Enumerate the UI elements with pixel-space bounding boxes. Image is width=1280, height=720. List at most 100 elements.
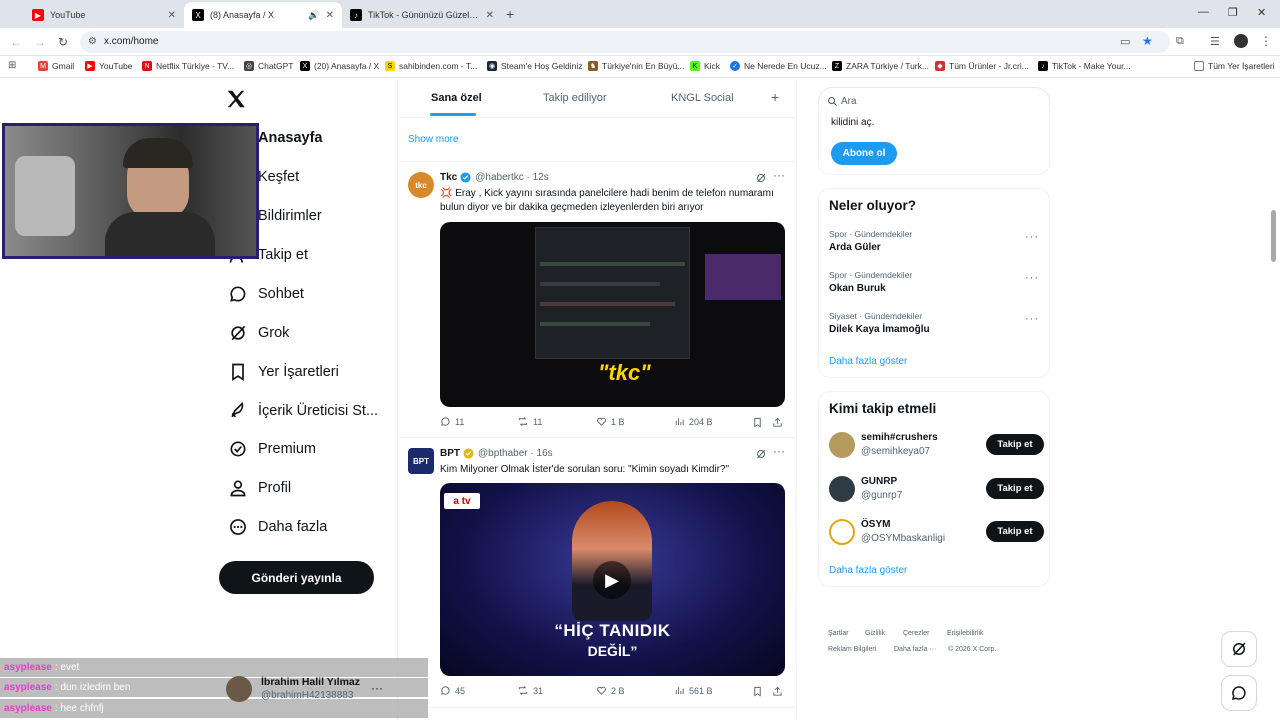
bookmark-icon[interactable] [752,417,763,428]
bookmark-item[interactable]: ▶ YouTube [85,61,132,71]
tab-for-you[interactable]: Sana özel [431,92,482,104]
profile-avatar[interactable] [1234,34,1248,48]
all-bookmarks[interactable]: Tüm Yer İşaretleri [1194,61,1275,71]
address-bar[interactable]: ⚙ x.com/home ▭ ★ [80,31,1170,53]
footer-link[interactable]: Çerezler [903,630,929,637]
menu-icon[interactable]: ⋮ [1260,34,1272,48]
back-icon[interactable]: ← [10,36,22,48]
avatar[interactable]: tkc [408,172,434,198]
share-icon[interactable] [772,417,783,428]
bookmark-item[interactable]: N Netflix Türkiye - TV... [142,61,234,71]
author-handle[interactable]: @habertkc · 12s [475,172,549,183]
like-button[interactable]: 1 B [596,416,625,427]
tweet-media[interactable]: "tkc" [440,222,785,407]
repost-button[interactable]: 31 [517,685,543,696]
more-options-icon[interactable]: ··· [773,168,785,182]
reply-button[interactable]: 11 [440,416,464,427]
browser-tab-x[interactable]: X (8) Anasayfa / X 🔊 ✕ [184,2,342,28]
close-window-button[interactable]: ✕ [1257,6,1266,19]
tweet[interactable]: BPT BPT @bpthaber · 16s ··· Kim Milyoner… [398,437,796,707]
author-name[interactable]: BPT [440,448,460,459]
nav-premium[interactable]: Premium [228,437,316,461]
share-icon[interactable] [772,686,783,697]
url-text[interactable]: x.com/home [104,36,158,47]
extensions-icon[interactable]: ⧉ [1176,35,1184,48]
follow-suggestion[interactable]: GUNRP @gunrp7 Takip et [829,474,1044,508]
account-avatar[interactable] [226,676,252,702]
cast-icon[interactable]: ▭ [1120,35,1130,48]
play-icon[interactable]: ▶ [593,561,631,599]
account-name[interactable]: İbrahim Halil Yılmaz [261,676,360,688]
author-handle[interactable]: @bpthaber · 16s [478,448,553,459]
trend-item[interactable]: Spor · Gündemdekiler Okan Buruk ··· [829,270,1039,294]
subscribe-button[interactable]: Abone ol [831,142,897,165]
grok-icon[interactable] [755,172,767,184]
close-icon[interactable]: ✕ [168,10,176,21]
bookmark-item[interactable]: Z ZARA Türkiye / Turk... [832,61,929,71]
grok-fab[interactable] [1221,631,1257,667]
add-tab-icon[interactable]: + [771,89,779,105]
bookmark-item[interactable]: ◉ Steam'e Hoş Geldiniz [487,61,582,71]
speaker-icon[interactable]: 🔊 [308,10,319,21]
post-button[interactable]: Gönderi yayınla [219,561,374,594]
follow-suggestion[interactable]: ÖSYM @OSYMbaskanligi Takip et [829,517,1044,551]
more-options-icon[interactable]: ··· [371,681,383,695]
footer-link[interactable]: Reklam Bilgileri [828,646,876,653]
more-options-icon[interactable]: ··· [1025,231,1039,243]
bookmark-item[interactable]: X (20) Anasayfa / X [300,61,379,71]
nav-chat[interactable]: Sohbet [228,282,304,306]
footer-link[interactable]: Şartlar [828,630,849,637]
tweet[interactable] [398,707,796,720]
bookmark-item[interactable]: ✓ Ne Nerede En Ucuz... [730,61,827,71]
bookmark-item[interactable]: ♞ Türkiye'nin En Büyü... [588,61,684,71]
tab-following[interactable]: Takip ediliyor [543,92,607,104]
site-info-icon[interactable]: ⚙ [88,36,97,47]
bookmark-icon[interactable] [752,686,763,697]
more-options-icon[interactable]: ··· [1025,272,1039,284]
tweet-video[interactable]: a tv ▶ “HİÇ TANIDIK DEĞİL” [440,483,785,676]
author-name[interactable]: Tkc [440,172,457,183]
trend-item[interactable]: Siyaset · Gündemdekiler Dilek Kaya İmamo… [829,311,1039,335]
grok-icon[interactable] [755,448,767,460]
follow-button[interactable]: Takip et [986,521,1044,542]
bookmark-star-icon[interactable]: ★ [1142,34,1153,48]
show-more-link[interactable]: Show more [408,134,459,145]
show-more-link[interactable]: Daha fazla göster [829,356,907,367]
account-handle[interactable]: @brahimH42138883 [261,690,353,701]
footer-link[interactable]: Erişilebilirlik [947,630,984,637]
messages-fab[interactable] [1221,675,1257,711]
minimize-button[interactable]: — [1198,6,1209,18]
nav-creator-studio[interactable]: İçerik Üreticisi St... [228,399,378,423]
views-button[interactable]: 204 B [674,416,713,427]
restore-button[interactable]: ❐ [1228,6,1238,19]
scrollbar-thumb[interactable] [1271,210,1276,262]
footer-link[interactable]: Gizlilik [865,630,885,637]
forward-icon[interactable]: → [34,36,46,48]
tab-kngl-social[interactable]: KNGL Social [671,92,734,104]
reply-button[interactable]: 45 [440,685,465,696]
new-tab-button[interactable]: + [506,6,514,22]
bookmark-item[interactable]: M Gmail [38,61,74,71]
avatar[interactable] [829,519,855,545]
bookmark-item[interactable]: ♪ TikTok - Make Your... [1038,61,1131,71]
reload-icon[interactable]: ↻ [58,36,68,48]
follow-button[interactable]: Takip et [986,478,1044,499]
close-icon[interactable]: ✕ [486,10,494,21]
nav-more[interactable]: Daha fazla [228,515,327,539]
avatar[interactable] [829,476,855,502]
apps-grid-icon[interactable]: ⊞ [8,60,16,71]
close-icon[interactable]: ✕ [326,10,334,21]
views-button[interactable]: 561 B [674,685,713,696]
x-logo[interactable] [225,88,247,110]
like-button[interactable]: 2 B [596,685,625,696]
browser-tab-tiktok[interactable]: ♪ TikTok - Gününüzü Güzelleştirin ✕ [342,2,502,28]
more-options-icon[interactable]: ··· [1025,313,1039,325]
more-options-icon[interactable]: ··· [773,444,785,458]
browser-tab-youtube[interactable]: ▶ YouTube ✕ [24,2,184,28]
follow-button[interactable]: Takip et [986,434,1044,455]
bookmark-item[interactable]: ◎ ChatGPT [244,61,293,71]
nav-profile[interactable]: Profil [228,476,291,500]
nav-grok[interactable]: Grok [228,321,289,345]
bookmark-item[interactable]: K Kick [690,61,720,71]
avatar[interactable] [829,432,855,458]
